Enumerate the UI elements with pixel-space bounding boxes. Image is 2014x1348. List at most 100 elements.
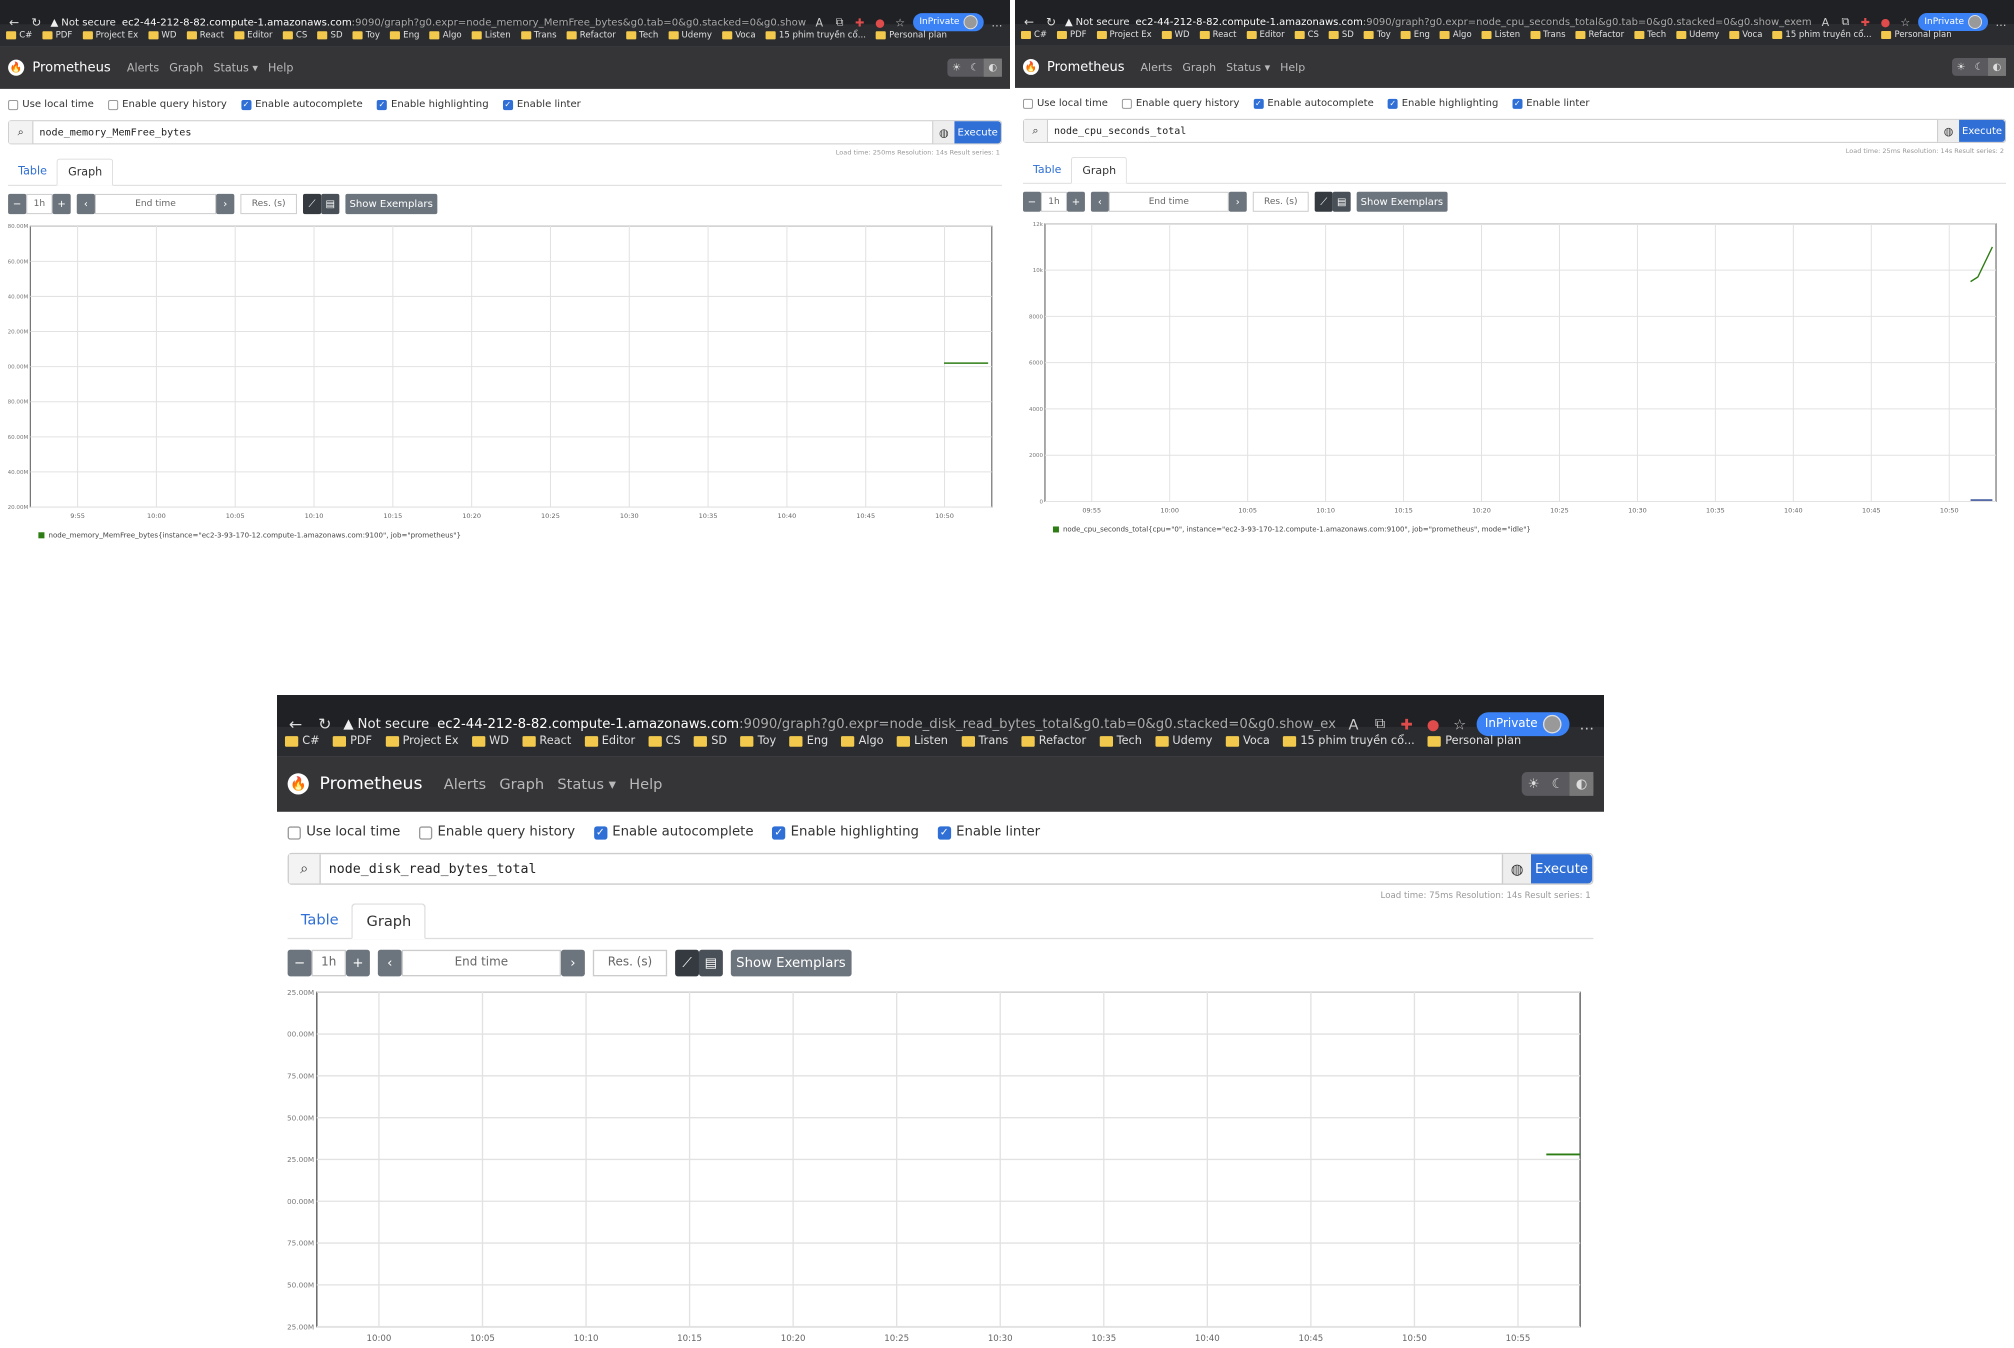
checkbox-local-time[interactable] xyxy=(1022,98,1033,109)
bookmark-item[interactable]: Project Ex xyxy=(82,30,138,40)
extension-icon[interactable]: ⧉ xyxy=(1838,15,1852,29)
bookmark-item[interactable]: Editor xyxy=(1246,30,1285,40)
extension-red-icon[interactable]: ✚ xyxy=(853,16,867,29)
bookmark-item[interactable]: Refactor xyxy=(1575,30,1624,40)
nav-help[interactable]: Help xyxy=(1280,60,1305,73)
security-indicator[interactable]: ▲ Not secure xyxy=(1065,16,1130,27)
dark-theme-icon[interactable]: ☾ xyxy=(966,59,984,77)
bookmark-item[interactable]: Personal plan xyxy=(1881,30,1952,40)
bookmark-item[interactable]: Voca xyxy=(1729,30,1762,40)
prometheus-logo-icon[interactable]: 🔥 xyxy=(1022,58,1039,75)
security-indicator[interactable]: ▲ Not secure xyxy=(343,717,429,732)
end-time-forward-button[interactable]: › xyxy=(560,949,585,977)
unstacked-icon[interactable]: ⟋ xyxy=(675,949,699,977)
end-time-input[interactable]: End time xyxy=(401,949,561,977)
expression-input[interactable]: node_disk_read_bytes_total xyxy=(321,854,1502,883)
stacked-icon[interactable]: ▤ xyxy=(321,193,340,215)
end-time-input[interactable]: End time xyxy=(94,193,217,215)
bookmark-item[interactable]: Toy xyxy=(740,735,776,748)
extension-record-icon[interactable]: ● xyxy=(1878,15,1892,28)
dark-theme-icon[interactable]: ☾ xyxy=(1970,58,1988,76)
resolution-input[interactable]: Res. (s) xyxy=(1252,191,1309,212)
checkbox-autocomplete[interactable]: ✓ xyxy=(241,99,252,110)
checkbox-linter[interactable]: ✓ xyxy=(937,825,951,839)
checkbox-linter[interactable]: ✓ xyxy=(502,99,513,110)
bookmark-item[interactable]: Tech xyxy=(625,30,658,40)
checkbox-highlighting[interactable]: ✓ xyxy=(772,825,786,839)
bookmark-item[interactable]: WD xyxy=(1161,30,1190,40)
address-bar[interactable]: ec2-44-212-8-82.compute-1.amazonaws.com:… xyxy=(122,17,806,28)
checkbox-local-time[interactable] xyxy=(287,825,301,839)
show-exemplars-button[interactable]: Show Exemplars xyxy=(345,193,437,215)
opt-autocomplete[interactable]: ✓ Enable autocomplete xyxy=(241,99,363,110)
bookmark-item[interactable]: Algo xyxy=(429,30,462,40)
inprivate-badge[interactable]: InPrivate xyxy=(913,13,984,32)
execute-button[interactable]: Execute xyxy=(1531,854,1593,884)
bookmark-item[interactable]: SD xyxy=(317,30,343,40)
range-decrease-button[interactable]: − xyxy=(1022,191,1041,212)
bookmark-item[interactable]: 15 phim truyền cổ... xyxy=(765,30,866,40)
prometheus-logo-icon[interactable]: 🔥 xyxy=(8,59,25,76)
opt-highlighting[interactable]: ✓ Enable highlighting xyxy=(376,99,489,110)
more-icon[interactable]: … xyxy=(1577,716,1596,733)
opt-highlighting[interactable]: ✓ Enable highlighting xyxy=(1387,98,1498,109)
end-time-forward-button[interactable]: › xyxy=(1228,191,1247,212)
nav-graph[interactable]: Graph xyxy=(1182,60,1216,73)
bookmark-item[interactable]: Trans xyxy=(1530,30,1566,40)
checkbox-local-time[interactable] xyxy=(8,99,19,110)
bookmark-item[interactable]: Trans xyxy=(961,735,1008,748)
end-time-back-button[interactable]: ‹ xyxy=(1090,191,1109,212)
end-time-back-button[interactable]: ‹ xyxy=(377,949,402,977)
bookmark-item[interactable]: C# xyxy=(1020,30,1047,40)
opt-query-history[interactable]: Enable query history xyxy=(418,825,575,840)
opt-highlighting[interactable]: ✓ Enable highlighting xyxy=(772,825,919,840)
nav-graph[interactable]: Graph xyxy=(169,61,203,74)
bookmark-item[interactable]: Project Ex xyxy=(1096,30,1152,40)
opt-query-history[interactable]: Enable query history xyxy=(1121,98,1239,109)
extension-icon[interactable]: ⧉ xyxy=(1371,715,1390,734)
end-time-input[interactable]: End time xyxy=(1108,191,1229,212)
bookmark-item[interactable]: Udemy xyxy=(1676,30,1719,40)
metrics-explorer-icon[interactable]: ◍ xyxy=(932,121,955,144)
bookmark-item[interactable]: Listen xyxy=(1481,30,1520,40)
range-increase-button[interactable]: + xyxy=(346,949,370,977)
bookmark-item[interactable]: Editor xyxy=(234,30,273,40)
unstacked-icon[interactable]: ⟋ xyxy=(303,193,322,215)
bookmark-item[interactable]: Tech xyxy=(1099,735,1142,748)
tab-table[interactable]: Table xyxy=(288,903,352,938)
bookmark-item[interactable]: PDF xyxy=(1057,30,1087,40)
bookmark-item[interactable]: React xyxy=(186,30,224,40)
bookmark-item[interactable]: Algo xyxy=(841,735,884,748)
tab-table[interactable]: Table xyxy=(1023,157,1071,183)
nav-help[interactable]: Help xyxy=(629,775,662,792)
opt-local-time[interactable]: Use local time xyxy=(8,99,94,110)
bookmark-item[interactable]: Eng xyxy=(390,30,419,40)
checkbox-highlighting[interactable]: ✓ xyxy=(376,99,387,110)
end-time-forward-button[interactable]: › xyxy=(216,193,235,215)
address-bar[interactable]: ec2-44-212-8-82.compute-1.amazonaws.com:… xyxy=(1136,16,1813,27)
tab-graph[interactable]: Graph xyxy=(351,903,426,940)
bookmark-item[interactable]: Voca xyxy=(1225,735,1270,748)
back-icon[interactable]: ← xyxy=(285,715,306,734)
favorites-icon[interactable]: ☆ xyxy=(1450,716,1469,733)
series-line[interactable] xyxy=(1970,246,1994,283)
favorites-icon[interactable]: ☆ xyxy=(1898,15,1912,28)
range-input[interactable]: 1h xyxy=(311,949,347,977)
brand-link[interactable]: Prometheus xyxy=(1047,59,1125,74)
opt-linter[interactable]: ✓ Enable linter xyxy=(502,99,581,110)
brand-link[interactable]: Prometheus xyxy=(32,60,110,75)
tab-graph[interactable]: Graph xyxy=(57,158,114,186)
checkbox-query-history[interactable] xyxy=(418,825,433,839)
bookmark-item[interactable]: SD xyxy=(693,735,727,748)
bookmark-item[interactable]: Udemy xyxy=(668,30,712,40)
unstacked-icon[interactable]: ⟋ xyxy=(1314,191,1333,212)
bookmark-item[interactable]: Algo xyxy=(1439,30,1472,40)
brand-link[interactable]: Prometheus xyxy=(319,774,422,794)
extension-red-icon[interactable]: ✚ xyxy=(1397,716,1416,733)
bookmark-item[interactable]: WD xyxy=(471,735,509,748)
opt-query-history[interactable]: Enable query history xyxy=(108,99,227,110)
nav-status[interactable]: Status ▾ xyxy=(213,61,258,74)
range-increase-button[interactable]: + xyxy=(1066,191,1085,212)
prometheus-logo-icon[interactable]: 🔥 xyxy=(287,773,309,795)
refresh-icon[interactable]: ↻ xyxy=(314,715,335,734)
